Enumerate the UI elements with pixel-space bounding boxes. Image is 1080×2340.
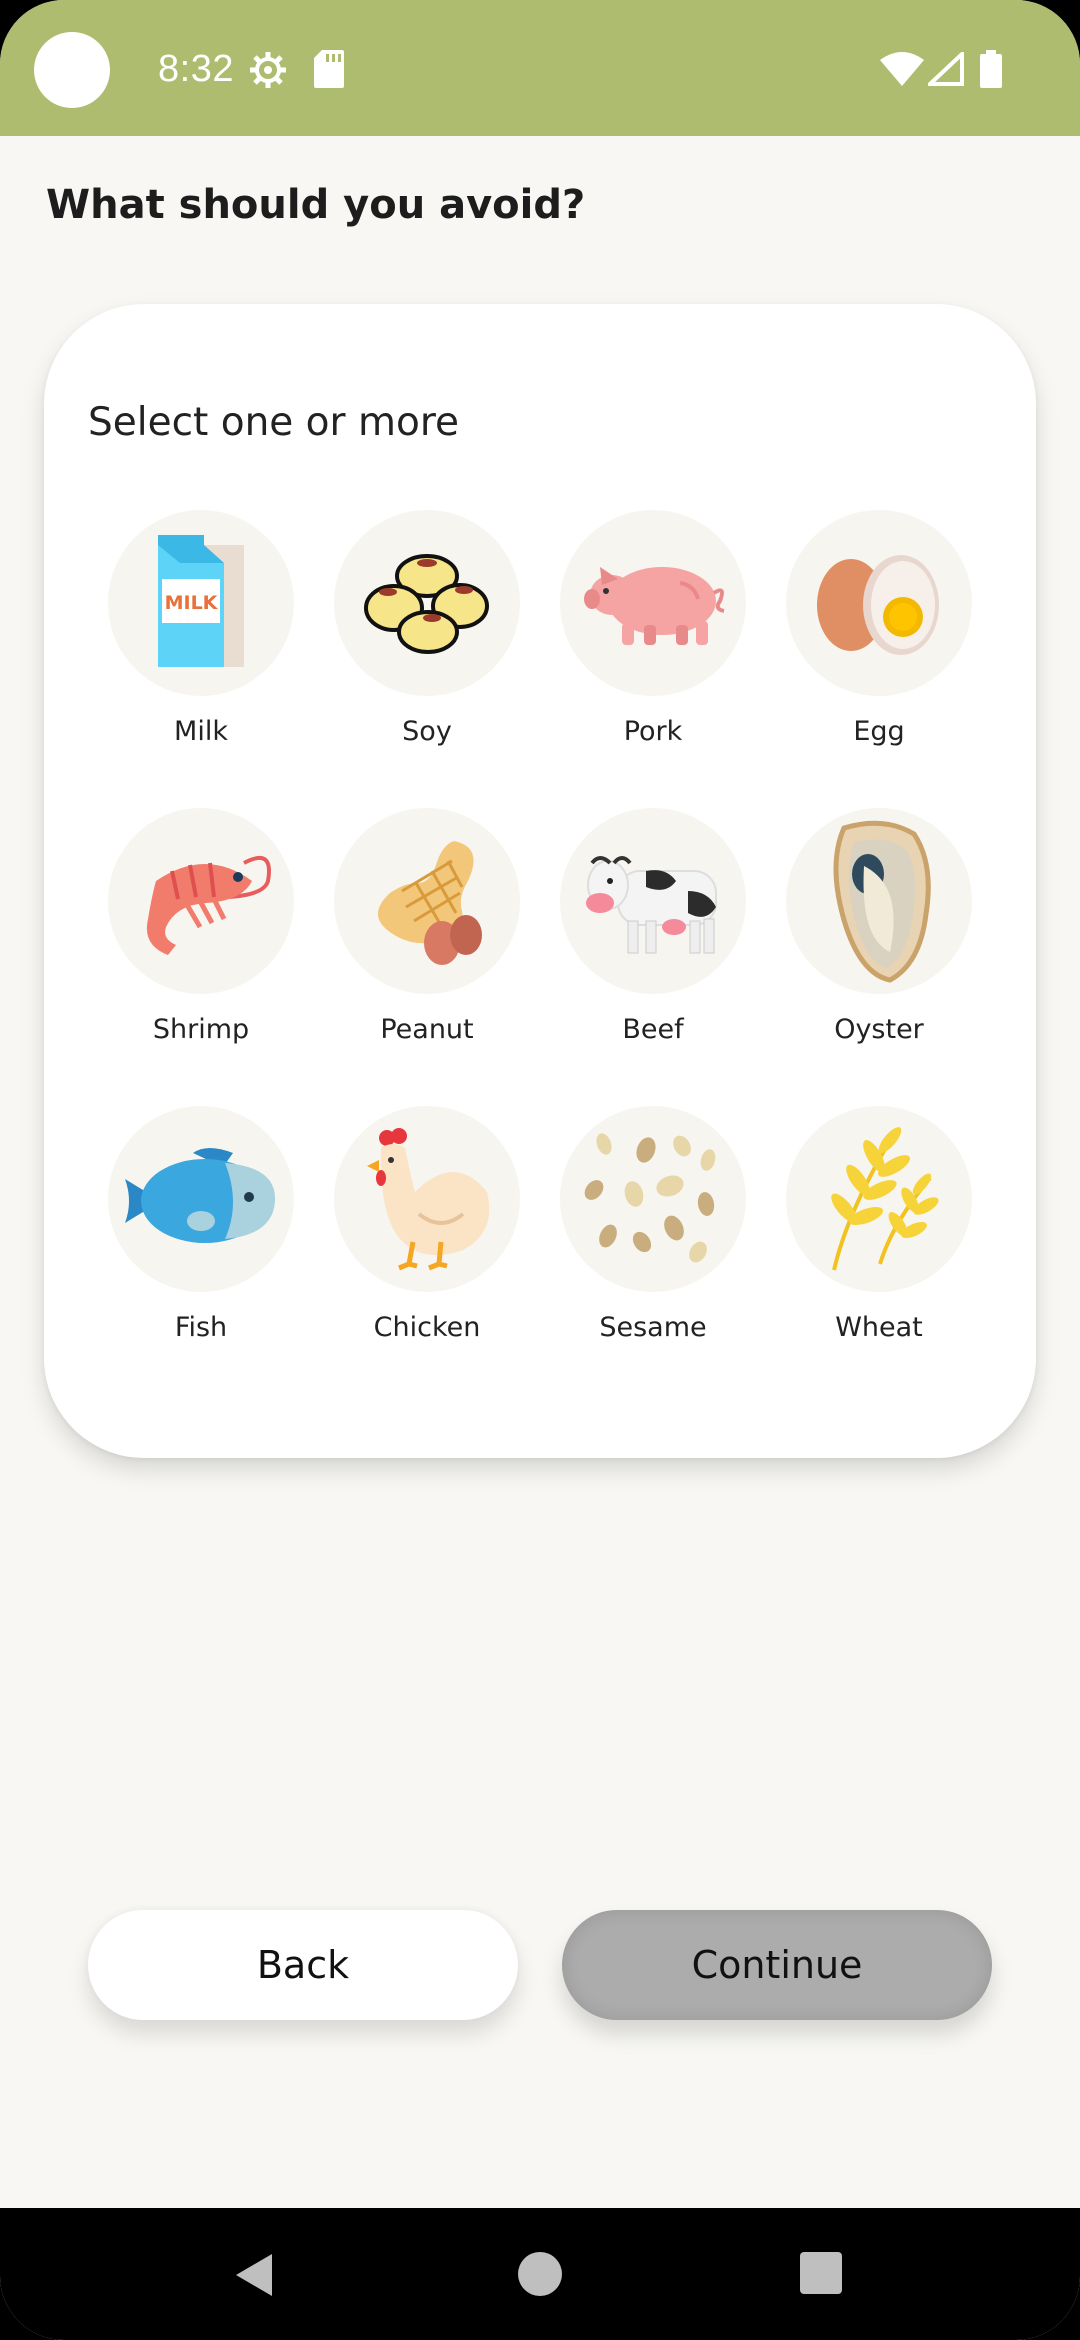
- allergen-card: Select one or more MILK Milk Soy Pork Eg…: [44, 304, 1036, 1458]
- allergen-label: Shrimp: [152, 1014, 250, 1045]
- allergen-label: Chicken: [373, 1312, 481, 1343]
- peanut-icon: [377, 841, 482, 965]
- shrimp-icon: [146, 856, 271, 955]
- allergen-label: Pork: [623, 716, 683, 747]
- home-circle-icon[interactable]: [518, 2252, 562, 2296]
- allergen-circle: [108, 808, 294, 994]
- allergen-option-egg[interactable]: Egg: [766, 510, 992, 747]
- settings-gear-icon: [250, 52, 286, 88]
- system-navigation-bar: [0, 2208, 1080, 2340]
- fish-icon: [125, 1148, 276, 1243]
- allergen-label: Egg: [853, 716, 905, 747]
- allergen-circle: [560, 808, 746, 994]
- back-triangle-icon[interactable]: [234, 2252, 274, 2298]
- wifi-icon: [880, 52, 924, 86]
- allergen-label: Peanut: [380, 1014, 474, 1045]
- allergen-circle: [786, 510, 972, 696]
- allergen-option-peanut[interactable]: Peanut: [314, 808, 540, 1045]
- cow-icon: [586, 856, 717, 954]
- recents-square-icon[interactable]: [800, 2252, 842, 2294]
- back-button[interactable]: Back: [88, 1910, 518, 2020]
- allergen-circle: [334, 808, 520, 994]
- camera-cutout: [34, 32, 110, 108]
- page-title: What should you avoid?: [46, 182, 586, 228]
- allergen-option-wheat[interactable]: Wheat: [766, 1106, 992, 1343]
- allergen-circle: [334, 510, 520, 696]
- allergen-circle: [786, 808, 972, 994]
- allergen-label: Oyster: [834, 1014, 924, 1045]
- chicken-icon: [367, 1128, 490, 1271]
- allergen-option-milk[interactable]: MILK Milk: [88, 510, 314, 747]
- card-subtitle: Select one or more: [88, 400, 459, 445]
- allergen-option-beef[interactable]: Beef: [540, 808, 766, 1045]
- wheat-icon: [831, 1127, 939, 1271]
- battery-icon: [980, 50, 1002, 88]
- allergen-circle: MILK: [108, 510, 294, 696]
- oyster-icon: [833, 820, 931, 983]
- sesame-seeds-icon: [584, 1133, 716, 1263]
- allergen-circle: [560, 510, 746, 696]
- pig-icon: [584, 567, 725, 645]
- allergen-label: Soy: [402, 716, 452, 747]
- app-screen: 8:32 What should you avoid? Select one o…: [0, 0, 1080, 2340]
- milk-carton-icon: MILK: [158, 535, 244, 667]
- svg-text:MILK: MILK: [165, 592, 219, 614]
- allergen-circle: [108, 1106, 294, 1292]
- allergen-circle: [334, 1106, 520, 1292]
- status-time: 8:32: [158, 48, 234, 90]
- allergen-option-pork[interactable]: Pork: [540, 510, 766, 747]
- allergen-option-oyster[interactable]: Oyster: [766, 808, 992, 1045]
- allergen-option-chicken[interactable]: Chicken: [314, 1106, 540, 1343]
- allergen-label: Beef: [622, 1014, 684, 1045]
- allergen-circle: [786, 1106, 972, 1292]
- allergen-option-fish[interactable]: Fish: [88, 1106, 314, 1343]
- allergen-label: Wheat: [835, 1312, 923, 1343]
- allergen-label: Fish: [174, 1312, 228, 1343]
- allergen-option-soy[interactable]: Soy: [314, 510, 540, 747]
- egg-icon: [817, 555, 939, 655]
- allergen-option-sesame[interactable]: Sesame: [540, 1106, 766, 1343]
- continue-button[interactable]: Continue: [562, 1910, 992, 2020]
- allergen-circle: [560, 1106, 746, 1292]
- allergen-label: Milk: [174, 716, 228, 747]
- sd-card-icon: [314, 50, 344, 88]
- status-bar: 8:32: [0, 0, 1080, 136]
- cell-signal-icon: [928, 52, 964, 86]
- soybeans-icon: [364, 554, 489, 654]
- allergen-label: Sesame: [599, 1312, 707, 1343]
- allergen-option-shrimp[interactable]: Shrimp: [88, 808, 314, 1045]
